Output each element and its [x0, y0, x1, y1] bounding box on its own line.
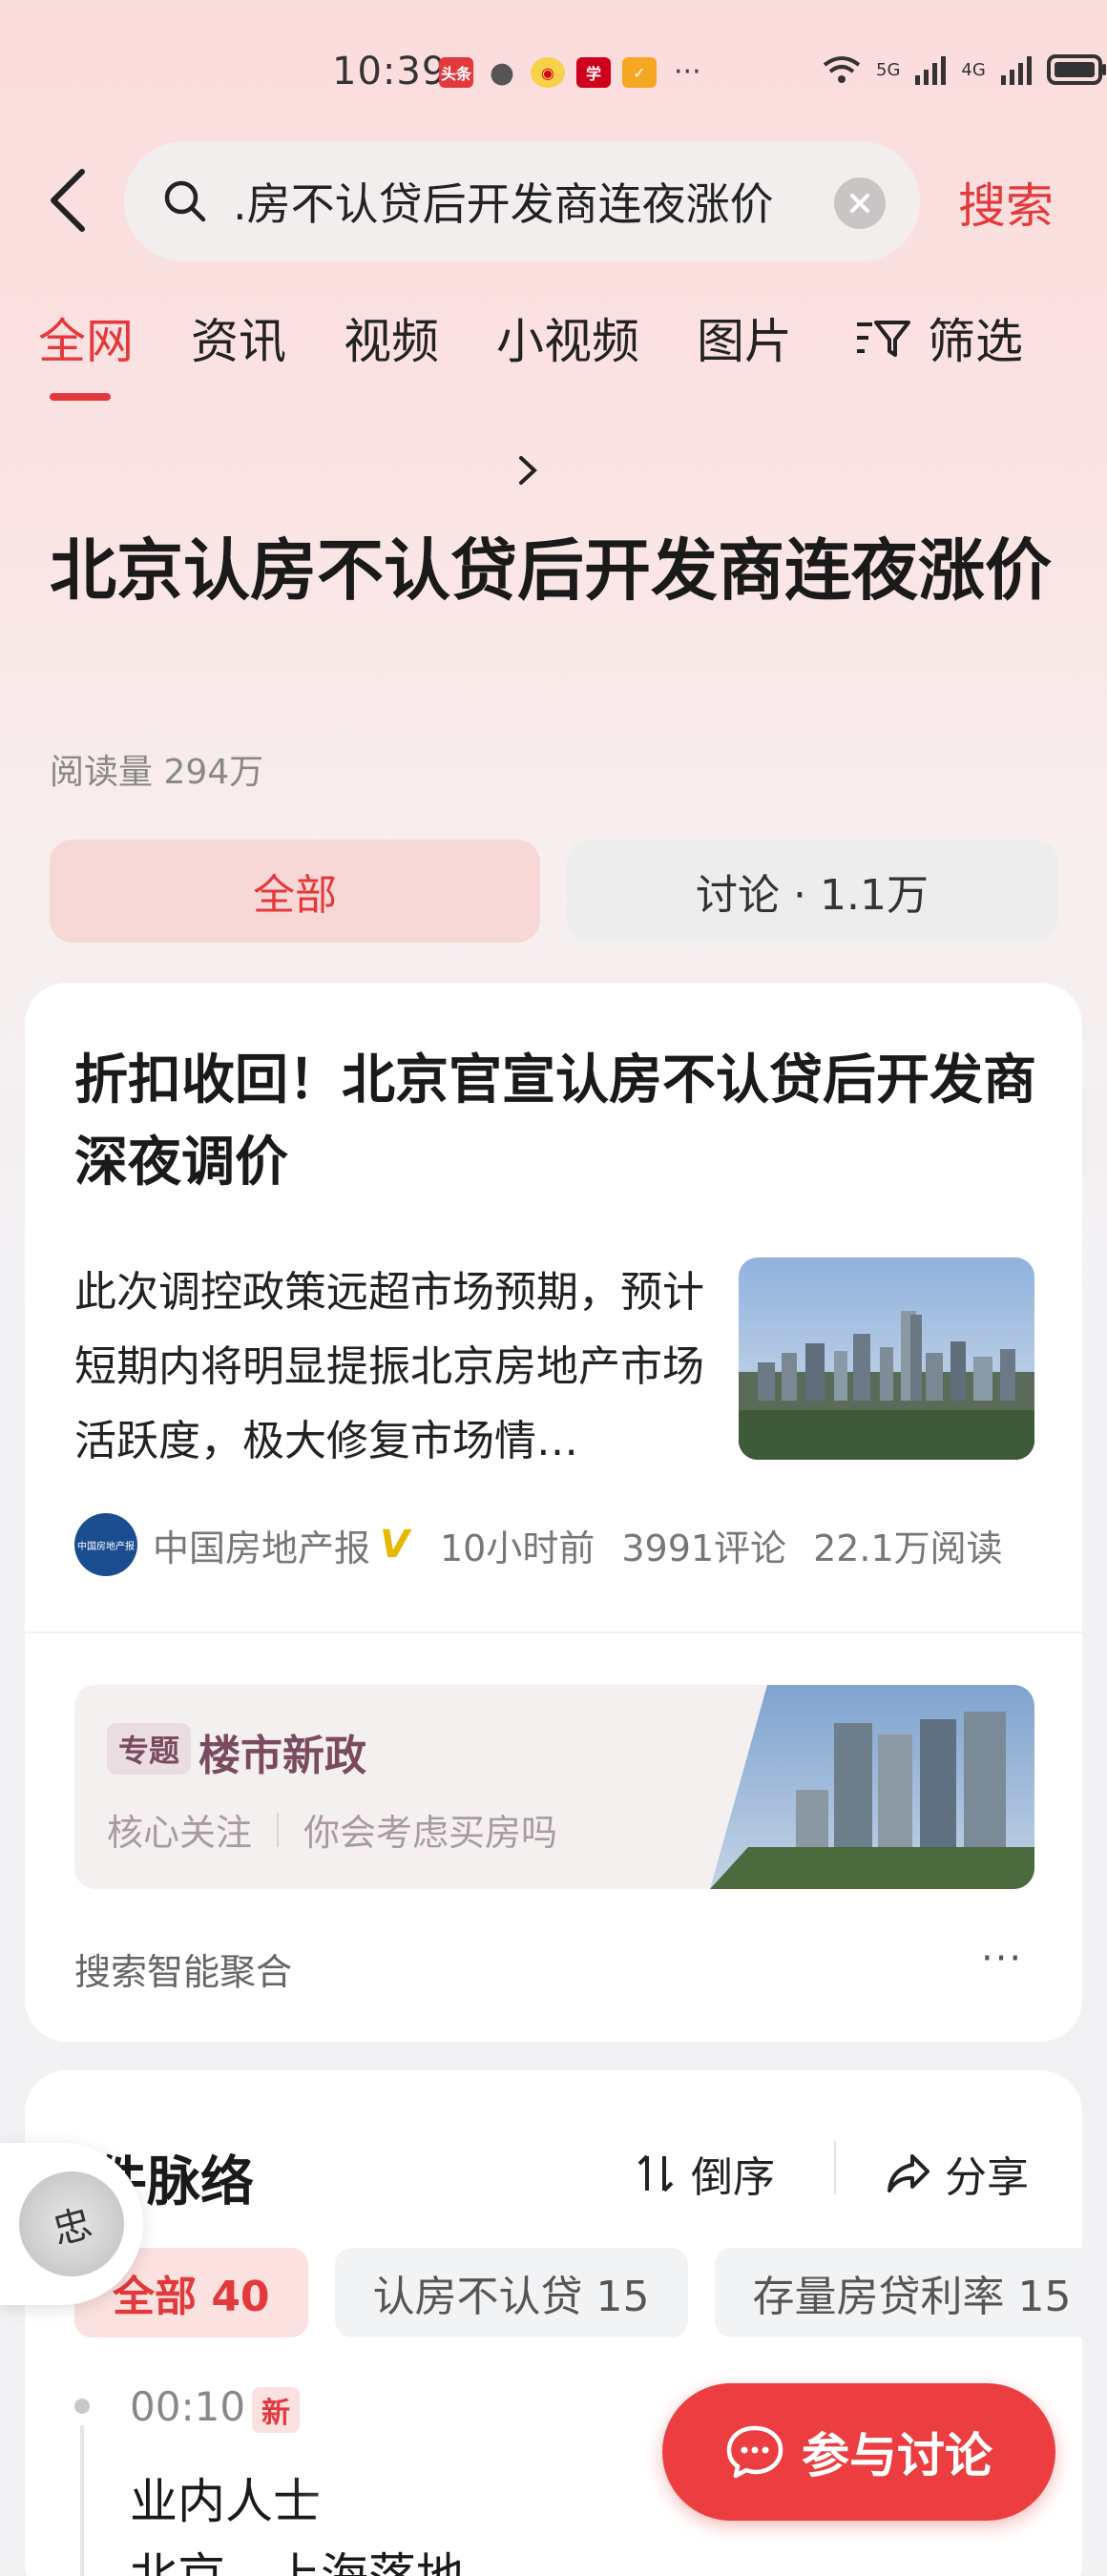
read-count: 阅读量 294万: [50, 753, 264, 792]
close-icon: [850, 194, 869, 213]
back-button[interactable]: [46, 162, 103, 239]
search-input[interactable]: .房不认贷后开发商连夜涨价: [124, 141, 920, 261]
back-arrow-icon: [51, 169, 85, 232]
tab-short-video[interactable]: 小视频: [496, 303, 639, 372]
article-card: 折扣收回！北京官宣认房不认贷后开发商深夜调价 此次调控政策远超市场预期，预计短期…: [25, 983, 1082, 2042]
topic-links: 核心关注 你会考虑买房吗: [107, 1803, 557, 1856]
topic-link-core[interactable]: 核心关注: [107, 1803, 252, 1856]
avatar: 忠: [7, 2159, 136, 2289]
status-app-icons: 头条 ● ◉ 学 ✓ ···: [439, 55, 701, 90]
signal-4g-label: 4G: [961, 59, 986, 80]
topic-separator: [277, 1812, 280, 1847]
filter-label: 筛选: [928, 314, 1023, 369]
article-summary[interactable]: 此次调控政策远超市场预期，预计短期内将明显提振北京房地产市场活跃度，极大修复市场…: [74, 1256, 723, 1479]
chat-bubble-icon: [726, 2425, 783, 2479]
article-time: 10小时前: [439, 1527, 595, 1569]
source-name[interactable]: 中国房地产报: [153, 1519, 370, 1571]
tab-news[interactable]: 资讯: [191, 303, 286, 372]
xuexi-icon: 学: [576, 57, 611, 88]
timeline-line: [80, 2425, 84, 2576]
timeline-chips: 全部 40 认房不认贷 15 存量房贷利率 15: [74, 2248, 1082, 2337]
new-badge: 新: [252, 2387, 300, 2433]
timeline-item-text-2[interactable]: 北京、上海落地: [130, 2538, 464, 2576]
toutiao-icon: 头条: [439, 57, 473, 88]
more-options-icon[interactable]: ···: [981, 1937, 1023, 1981]
clear-search-button[interactable]: [834, 177, 886, 229]
article-thumbnail[interactable]: [739, 1257, 1034, 1460]
topic-link-question[interactable]: 你会考虑买房吗: [303, 1803, 557, 1856]
status-right-icons: 5G 4G: [821, 53, 1107, 86]
search-submit-button[interactable]: 搜索: [958, 168, 1054, 237]
aggregate-label: 搜索智能聚合: [74, 1951, 293, 1993]
segment-all-button[interactable]: 全部: [50, 840, 540, 943]
signal-5g-label: 5G: [876, 59, 901, 80]
weibo-icon: ◉: [531, 57, 565, 88]
sort-button[interactable]: 倒序: [636, 2143, 775, 2204]
wechat-icon: ●: [489, 55, 515, 90]
tab-video[interactable]: 视频: [344, 303, 439, 372]
search-query-text[interactable]: .房不认贷后开发商连夜涨价: [233, 170, 805, 233]
divider: [834, 2141, 836, 2194]
topic-title[interactable]: 楼市新政: [198, 1721, 366, 1782]
join-discussion-button[interactable]: 参与讨论: [662, 2383, 1055, 2521]
source-avatar[interactable]: 中国房地产报: [74, 1513, 137, 1576]
sort-label: 倒序: [691, 2153, 775, 2202]
article-comments: 3991评论: [621, 1527, 787, 1569]
timeline-dot: [74, 2399, 90, 2414]
share-button[interactable]: 分享: [886, 2143, 1029, 2204]
topic-thumbnail: [710, 1685, 1034, 1889]
topic-card[interactable]: 专题 楼市新政 核心关注 你会考虑买房吗: [74, 1685, 1034, 1889]
search-icon: [164, 180, 206, 222]
topic-tag: 专题: [107, 1723, 192, 1775]
filter-button[interactable]: 筛选: [855, 303, 1023, 372]
join-discussion-label: 参与讨论: [802, 2428, 992, 2483]
category-tabs: 全网 资讯 视频 小视频 图片: [38, 303, 849, 401]
chevron-right-icon[interactable]: [515, 454, 540, 490]
filter-icon: [857, 321, 910, 357]
page-title: 北京认房不认贷后开发商连夜涨价: [50, 531, 1052, 610]
battery-icon: [1046, 54, 1106, 85]
article-title[interactable]: 折扣收回！北京官宣认房不认贷后开发商深夜调价: [74, 1040, 1038, 1204]
signal-icon: [915, 56, 947, 85]
verified-icon: V: [380, 1523, 409, 1567]
segment-discussion-button[interactable]: 讨论 · 1.1万: [567, 840, 1057, 943]
app-icon: ✓: [622, 57, 657, 88]
article-meta: 中国房地产报 中国房地产报 V 10小时前 3991评论 22.1万阅读: [74, 1513, 1003, 1576]
chip-mortgage-rate[interactable]: 存量房贷利率 15: [714, 2248, 1082, 2337]
tab-all-web[interactable]: 全网: [38, 303, 134, 401]
more-notifications-icon: ···: [674, 55, 701, 89]
wifi-icon: [823, 56, 861, 83]
tab-images[interactable]: 图片: [697, 303, 792, 372]
timeline-time: 00:10: [130, 2383, 246, 2430]
article-reads: 22.1万阅读: [813, 1527, 1003, 1569]
chip-rengfang[interactable]: 认房不认贷 15: [334, 2248, 688, 2337]
status-time: 10:39: [332, 50, 448, 93]
divider: [25, 1631, 1082, 1633]
sort-icon: [637, 2154, 674, 2192]
share-label: 分享: [945, 2153, 1029, 2202]
signal-icon-2: [1000, 56, 1032, 85]
share-icon: [888, 2154, 929, 2192]
